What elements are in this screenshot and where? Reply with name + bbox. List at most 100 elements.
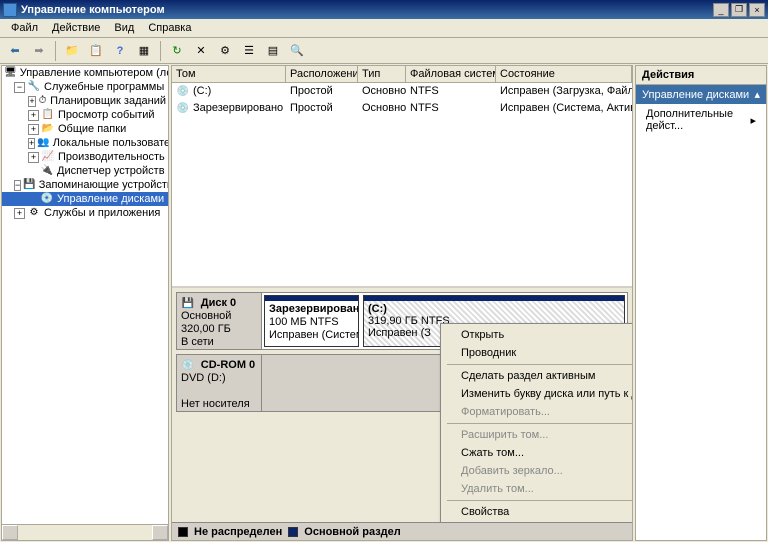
scroll-right-button[interactable] — [152, 525, 168, 540]
tree-device-manager[interactable]: 🔌Диспетчер устройств — [2, 164, 168, 178]
delete-icon: ✕ — [196, 44, 205, 57]
nav-forward-button[interactable]: ➡ — [28, 40, 50, 62]
expand-icon[interactable]: + — [14, 208, 25, 219]
up-button[interactable]: 📁 — [61, 40, 83, 62]
app-icon — [3, 3, 17, 17]
menu-action[interactable]: Действие — [45, 20, 107, 36]
arrow-right-icon: ➡ — [34, 44, 43, 57]
folder-icon: 📂 — [41, 123, 55, 135]
menu-open[interactable]: Открыть — [443, 326, 632, 344]
actions-title: Действия — [636, 66, 766, 85]
col-volume[interactable]: Том — [172, 66, 286, 82]
tree-local-users[interactable]: +👥Локальные пользовател — [2, 136, 168, 150]
expand-icon[interactable]: + — [28, 152, 39, 163]
col-layout[interactable]: Расположение — [286, 66, 358, 82]
menu-view[interactable]: Вид — [107, 20, 141, 36]
maximize-button[interactable]: ❐ — [731, 3, 747, 17]
drive-icon: 💿 — [176, 103, 190, 115]
partition-system-reserved[interactable]: Зарезервировано сис 100 МБ NTFS Исправен… — [264, 295, 359, 347]
content-area: 🖥Управление компьютером (лока −🔧Служебны… — [0, 64, 768, 542]
collapse-arrow-icon: ▴ — [754, 88, 760, 101]
help-button[interactable]: ? — [109, 40, 131, 62]
navigation-tree[interactable]: 🖥Управление компьютером (лока −🔧Служебны… — [1, 65, 169, 541]
clock-icon: ⏱ — [38, 95, 47, 107]
disk-icon: 💿 — [40, 193, 54, 205]
legend-label-primary: Основной раздел — [304, 526, 401, 538]
menu-file[interactable]: Файл — [4, 20, 45, 36]
refresh-button[interactable]: ↻ — [166, 40, 188, 62]
separator — [55, 41, 56, 61]
list-view-button[interactable]: ☰ — [238, 40, 260, 62]
expand-icon[interactable]: + — [28, 96, 36, 107]
collapse-icon[interactable]: − — [14, 82, 25, 93]
actions-more[interactable]: Дополнительные дейст... ▸ — [636, 104, 766, 136]
expand-icon[interactable]: + — [28, 124, 39, 135]
menu-mirror: Добавить зеркало... — [443, 462, 632, 480]
menu-help[interactable]: Справка — [141, 20, 198, 36]
collapse-icon[interactable]: − — [14, 180, 21, 191]
tree-task-scheduler[interactable]: +⏱Планировщик заданий — [2, 94, 168, 108]
search-icon: 🔍 — [290, 44, 304, 57]
event-icon: 📋 — [41, 109, 55, 121]
properties-icon: 📋 — [89, 44, 103, 57]
menu-properties[interactable]: Свойства — [443, 503, 632, 521]
gear-icon: ⚙ — [220, 44, 230, 57]
perf-icon: 📈 — [41, 151, 55, 163]
search-button[interactable]: 🔍 — [286, 40, 308, 62]
menu-format: Форматировать... — [443, 403, 632, 421]
chevron-right-icon: ▸ — [750, 114, 756, 127]
properties-button[interactable]: 📋 — [85, 40, 107, 62]
drive-icon: 💿 — [176, 86, 190, 98]
tree-root[interactable]: 🖥Управление компьютером (лока — [2, 66, 168, 80]
tree-storage[interactable]: −💾Запоминающие устройства — [2, 178, 168, 192]
menu-mark-active[interactable]: Сделать раздел активным — [443, 367, 632, 385]
volume-row[interactable]: 💿Зарезервировано системой Простой Основн… — [172, 100, 632, 117]
list-icon: ☰ — [244, 44, 254, 57]
volume-row[interactable]: 💿(C:) Простой Основной NTFS Исправен (За… — [172, 83, 632, 100]
partition-info: Зарезервировано сис 100 МБ NTFS Исправен… — [265, 301, 358, 346]
disk-icon: 💾 — [181, 298, 195, 310]
help-icon: ? — [117, 45, 124, 57]
scroll-left-button[interactable] — [2, 525, 18, 540]
arrow-left-icon: ⬅ — [10, 44, 19, 57]
refresh-icon: ↻ — [172, 44, 181, 57]
detail-icon: ▤ — [268, 44, 278, 57]
detail-view-button[interactable]: ▤ — [262, 40, 284, 62]
views-icon: ▦ — [139, 44, 149, 57]
title-bar: Управление компьютером _ ❐ × — [0, 0, 768, 19]
actions-group-header[interactable]: Управление дисками ▴ — [636, 85, 766, 104]
nav-back-button[interactable]: ⬅ — [4, 40, 26, 62]
services-icon: ⚙ — [27, 207, 41, 219]
tree-disk-management[interactable]: 💿Управление дисками — [2, 192, 168, 206]
col-status[interactable]: Состояние — [496, 66, 632, 82]
col-filesystem[interactable]: Файловая система — [406, 66, 496, 82]
expand-icon[interactable]: + — [28, 110, 39, 121]
menu-change-letter[interactable]: Изменить букву диска или путь к диску... — [443, 385, 632, 403]
disk-row[interactable]: 💾 Диск 0 Основной 320,00 ГБ В сети Зарез… — [176, 292, 628, 350]
delete-button[interactable]: ✕ — [190, 40, 212, 62]
legend-swatch-unallocated — [178, 527, 188, 537]
settings-button[interactable]: ⚙ — [214, 40, 236, 62]
tree-performance[interactable]: +📈Производительность — [2, 150, 168, 164]
tree-shared-folders[interactable]: +📂Общие папки — [2, 122, 168, 136]
minimize-button[interactable]: _ — [713, 3, 729, 17]
context-menu[interactable]: Открыть Проводник Сделать раздел активны… — [440, 323, 632, 522]
volume-list[interactable]: Том Расположение Тип Файловая система Со… — [172, 66, 632, 288]
close-button[interactable]: × — [749, 3, 765, 17]
device-icon: 🔌 — [40, 165, 54, 177]
horizontal-scrollbar[interactable] — [2, 524, 168, 540]
separator — [160, 41, 161, 61]
tree-event-viewer[interactable]: +📋Просмотр событий — [2, 108, 168, 122]
tree-services[interactable]: +⚙Службы и приложения — [2, 206, 168, 220]
scroll-track[interactable] — [18, 525, 152, 540]
expand-icon[interactable]: + — [28, 138, 35, 149]
disk-graphical-view: 💾 Диск 0 Основной 320,00 ГБ В сети Зарез… — [172, 288, 632, 522]
menu-shrink[interactable]: Сжать том... — [443, 444, 632, 462]
views-button[interactable]: ▦ — [133, 40, 155, 62]
legend: Не распределен Основной раздел — [172, 522, 632, 540]
disk-header: 💾 Диск 0 Основной 320,00 ГБ В сети — [177, 293, 262, 349]
tree-utilities[interactable]: −🔧Служебные программы — [2, 80, 168, 94]
toolbar: ⬅ ➡ 📁 📋 ? ▦ ↻ ✕ ⚙ ☰ ▤ 🔍 — [0, 38, 768, 64]
menu-explore[interactable]: Проводник — [443, 344, 632, 362]
col-type[interactable]: Тип — [358, 66, 406, 82]
